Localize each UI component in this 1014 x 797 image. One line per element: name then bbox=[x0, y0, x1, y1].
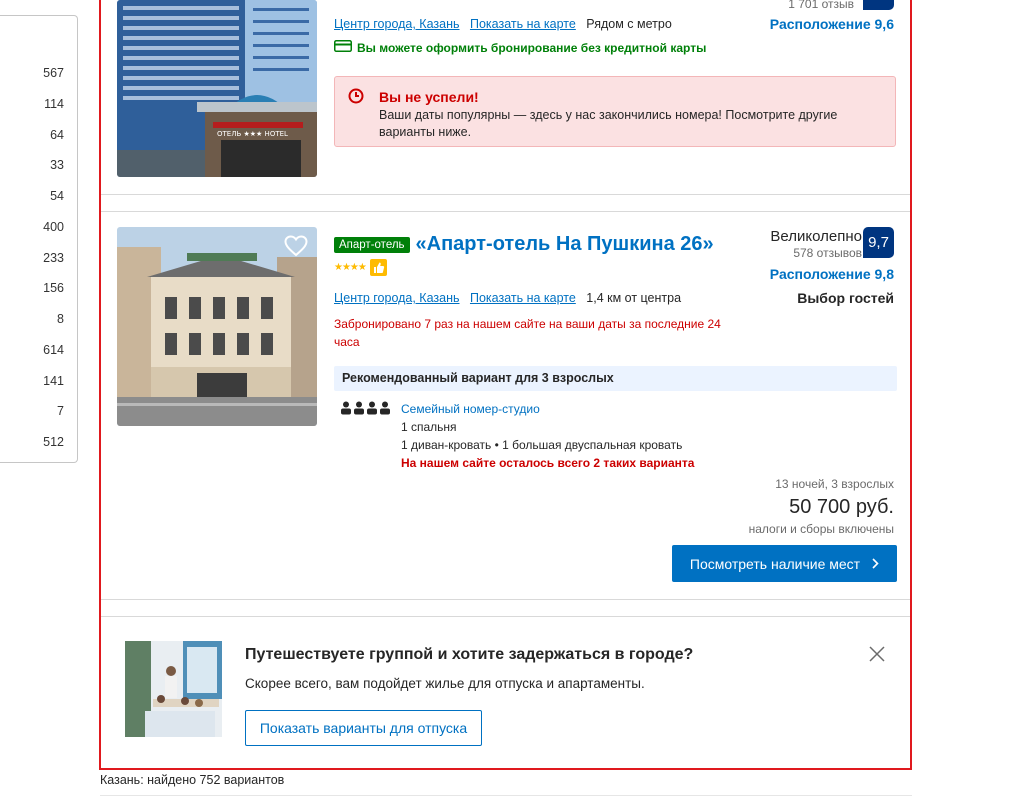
no-card-note: Вы можете оформить бронирование без кред… bbox=[357, 40, 707, 55]
hotel-name[interactable]: «Апарт-отель На Пушкина 26» bbox=[416, 233, 714, 256]
filter-count: 54 bbox=[50, 189, 64, 203]
map-link[interactable]: Показать на карте bbox=[470, 17, 576, 31]
guests-choice-badge: Выбор гостей bbox=[797, 290, 894, 306]
location-score[interactable]: Расположение 9,6 bbox=[770, 16, 894, 32]
price: 50 700 руб. bbox=[789, 496, 894, 518]
hotel-card: ОТЕЛЬ ★★★ HOTEL 1 701 отзыв Расположение… bbox=[101, 0, 910, 194]
review-count: 1 701 отзыв bbox=[788, 0, 854, 11]
city-link[interactable]: Центр города, Казань bbox=[334, 291, 460, 305]
chevron-right-icon bbox=[872, 558, 879, 569]
heart-icon[interactable] bbox=[284, 235, 308, 262]
stay-details: 13 ночей, 3 взрослых bbox=[775, 477, 894, 491]
filter-count: 512 bbox=[43, 435, 64, 449]
occupancy-icons bbox=[341, 401, 393, 420]
review-count: 578 отзывов bbox=[793, 246, 862, 260]
sold-out-alert: Вы не успели! Ваши даты популярны — здес… bbox=[334, 76, 896, 147]
star-rating: ★★★★ bbox=[334, 262, 367, 273]
recommended-label: Рекомендованный вариант для 3 взрослых bbox=[342, 371, 614, 385]
recommended-header: Рекомендованный вариант для 3 взрослых bbox=[334, 366, 897, 391]
distance-text: Рядом с метро bbox=[586, 17, 672, 31]
rating-word: Великолепно bbox=[770, 228, 862, 245]
divider bbox=[101, 599, 910, 600]
hotel-sign: ОТЕЛЬ ★★★ HOTEL bbox=[217, 130, 288, 138]
promo-image bbox=[125, 641, 222, 737]
promo-text: Скорее всего, вам подойдет жилье для отп… bbox=[245, 676, 645, 691]
distance-text: 1,4 км от центра bbox=[586, 291, 682, 305]
alert-title: Вы не успели! bbox=[379, 89, 479, 105]
room-name[interactable]: Семейный номер-студио bbox=[401, 400, 694, 418]
thumbs-up-icon bbox=[369, 259, 387, 276]
map-link[interactable]: Показать на карте bbox=[470, 291, 576, 305]
vacation-rental-promo: Путешествуете группой и хотите задержать… bbox=[101, 616, 910, 770]
filter-count: 64 bbox=[50, 128, 64, 142]
filter-count: 8 bbox=[57, 312, 64, 326]
search-results: ОТЕЛЬ ★★★ HOTEL 1 701 отзыв Расположение… bbox=[99, 0, 912, 770]
filter-count: 156 bbox=[43, 281, 64, 295]
filter-count: 233 bbox=[43, 251, 64, 265]
see-availability-label: Посмотреть наличие мест bbox=[689, 555, 861, 572]
beds-text: 1 диван-кровать • 1 большая двуспальная … bbox=[401, 438, 683, 452]
divider bbox=[101, 194, 910, 195]
review-score[interactable] bbox=[863, 0, 894, 10]
close-icon[interactable] bbox=[869, 646, 885, 667]
bedrooms-text: 1 спальня bbox=[401, 420, 457, 434]
filter-count: 614 bbox=[43, 343, 64, 357]
filter-count: 7 bbox=[57, 404, 64, 418]
city-link[interactable]: Центр города, Казань bbox=[334, 17, 460, 31]
promo-title: Путешествуете группой и хотите задержать… bbox=[245, 646, 694, 663]
see-availability-button[interactable]: Посмотреть наличие мест bbox=[672, 545, 897, 582]
filter-count: 400 bbox=[43, 220, 64, 234]
filter-count: 114 bbox=[44, 97, 64, 111]
location-score[interactable]: Расположение 9,8 bbox=[770, 266, 894, 282]
hotel-card: Апарт-отель «Апарт-отель На Пушкина 26» … bbox=[101, 211, 910, 599]
booked-recently-note: Забронировано 7 раз на нашем сайте на ва… bbox=[334, 317, 721, 349]
filter-sidebar: 567 114 64 33 54 400 233 156 8 614 141 7… bbox=[0, 15, 78, 463]
alert-text: Ваши даты популярны — здесь у нас законч… bbox=[379, 108, 838, 139]
scarcity-note: На нашем сайте осталось всего 2 таких ва… bbox=[401, 456, 695, 470]
filter-count: 567 bbox=[43, 66, 64, 80]
credit-card-icon bbox=[334, 40, 352, 55]
hotel-photo[interactable] bbox=[117, 227, 317, 426]
person-icon bbox=[341, 401, 390, 415]
filter-count: 141 bbox=[43, 374, 64, 388]
taxes-note: налоги и сборы включены bbox=[748, 522, 894, 536]
clock-icon bbox=[348, 88, 364, 109]
property-type-badge: Апарт-отель bbox=[334, 236, 410, 253]
review-score[interactable]: 9,7 bbox=[863, 227, 894, 258]
filter-count: 33 bbox=[50, 158, 64, 172]
divider bbox=[100, 795, 912, 796]
hotel-photo[interactable]: ОТЕЛЬ ★★★ HOTEL bbox=[117, 0, 317, 177]
show-vacation-options-button[interactable]: Показать варианты для отпуска bbox=[245, 710, 482, 746]
results-count: Казань: найдено 752 вариантов bbox=[100, 773, 285, 787]
